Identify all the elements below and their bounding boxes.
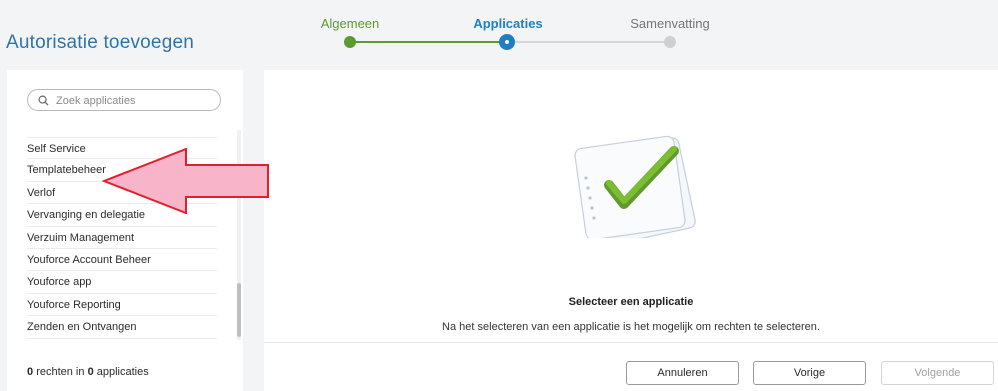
app-list-item-verzuim-management[interactable]: Verzuim Management xyxy=(27,227,217,249)
header: Autorisatie toevoegen Algemeen Applicati… xyxy=(0,0,998,70)
step-dot-active[interactable] xyxy=(499,34,515,50)
step-label-samenvatting: Samenvatting xyxy=(630,16,710,31)
cancel-button[interactable]: Annuleren xyxy=(626,361,739,385)
step-dot-todo xyxy=(664,36,676,48)
app-list-item-zenden-en-ontvangen[interactable]: Zenden en Ontvangen xyxy=(27,316,217,339)
search-box[interactable] xyxy=(27,89,221,111)
empty-state-text: Na het selecteren van een applicatie is … xyxy=(442,321,820,333)
step-connector-todo xyxy=(508,41,670,43)
application-list-panel: Self Service Templatebeheer Verlof Verva… xyxy=(7,70,243,391)
app-list-item-youforce-reporting[interactable]: Youforce Reporting xyxy=(27,294,217,317)
page-title: Autorisatie toevoegen xyxy=(6,32,194,53)
rights-text: rechten in xyxy=(36,366,85,378)
wizard-stepper: Algemeen Applicaties Samenvatting xyxy=(300,10,730,60)
app-list-item-youforce-account-beheer[interactable]: Youforce Account Beheer xyxy=(27,249,217,272)
step-label-applicaties[interactable]: Applicaties xyxy=(448,16,568,31)
apps-count: 0 xyxy=(87,366,94,378)
document-checkmark-icon xyxy=(574,135,696,238)
empty-state-title: Selecteer een applicatie xyxy=(568,296,694,308)
main-panel: Selecteer een applicatie Na het selecter… xyxy=(264,70,998,342)
left-arrow-icon xyxy=(102,148,269,214)
previous-button[interactable]: Vorige xyxy=(753,361,866,385)
step-dot-active-center xyxy=(505,40,509,44)
search-input[interactable] xyxy=(56,92,216,109)
step-dot-done[interactable] xyxy=(344,36,356,48)
search-icon xyxy=(38,95,49,106)
step-connector-done xyxy=(350,41,508,43)
list-scrollbar-thumb[interactable] xyxy=(237,283,241,337)
step-label-algemeen[interactable]: Algemeen xyxy=(290,16,410,31)
next-button: Volgende xyxy=(881,361,994,385)
apps-text: applicaties xyxy=(96,366,149,378)
wizard-footer: Annuleren Vorige Volgende xyxy=(264,342,998,391)
app-list-item-youforce-app[interactable]: Youforce app xyxy=(27,271,217,294)
rights-summary: 0 rechten in 0 applicaties xyxy=(27,366,149,378)
rights-count: 0 xyxy=(27,366,34,378)
